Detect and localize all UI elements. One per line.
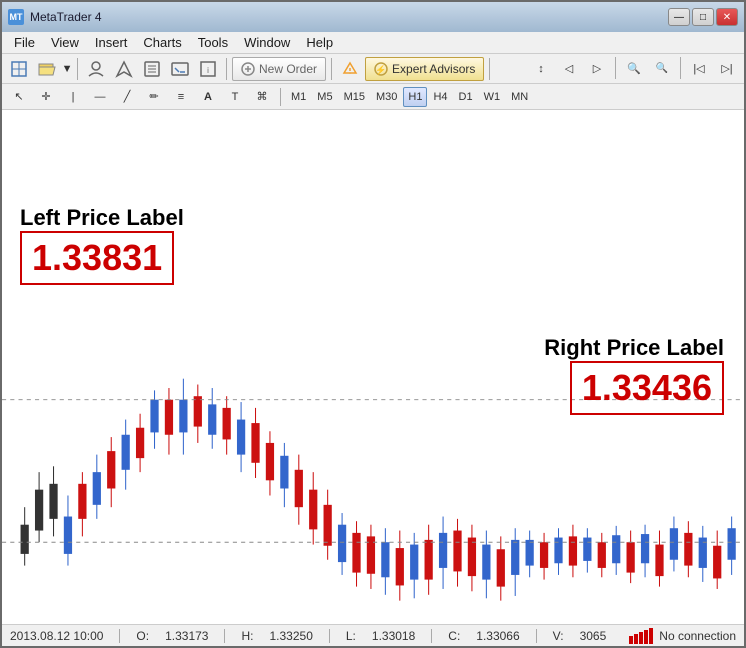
- main-toolbar: ▼ i New Order ⚡ Expert Advisors: [2, 54, 744, 84]
- right-price-label-box: 1.33436: [570, 361, 724, 415]
- zoom-in-button[interactable]: 🔍: [621, 57, 647, 81]
- scroll-left-button[interactable]: |◁: [686, 57, 712, 81]
- signal-bars-icon: [629, 628, 653, 644]
- right-price-label-title: Right Price Label: [544, 335, 724, 361]
- tf-h4[interactable]: H4: [428, 87, 452, 107]
- terminal-button[interactable]: [167, 57, 193, 81]
- main-window: MT MetaTrader 4 — □ ✕ File View Insert C…: [0, 0, 746, 648]
- chart-area[interactable]: Left Price Label 1.33831 Right Price Lab…: [2, 110, 744, 624]
- menubar: File View Insert Charts Tools Window Hel…: [2, 32, 744, 54]
- tf-toolbar: ↖ ✛ | — ╱ ✏ ≡ A T ⌘ M1 M5 M15 M30 H1 H4 …: [2, 84, 744, 110]
- alert-button[interactable]: [337, 57, 363, 81]
- tf-mn[interactable]: MN: [506, 87, 533, 107]
- tf-m15[interactable]: M15: [339, 87, 370, 107]
- diagonal-line-tool[interactable]: ╱: [114, 85, 140, 109]
- dropdown-arrow[interactable]: ▼: [62, 57, 72, 81]
- scroll-right-button[interactable]: ▷|: [714, 57, 740, 81]
- low-value: 1.33018: [372, 629, 415, 643]
- maximize-button[interactable]: □: [692, 8, 714, 26]
- fibonacci-tool[interactable]: ⌘: [249, 85, 275, 109]
- svg-text:⚡: ⚡: [375, 64, 386, 76]
- zoom-out-button[interactable]: 🔍: [649, 57, 675, 81]
- toolbar-separator-5: [615, 57, 616, 79]
- high-label: H:: [241, 629, 253, 643]
- sort-button[interactable]: ↕: [528, 57, 554, 81]
- tf-m1[interactable]: M1: [286, 87, 311, 107]
- toolbar-separator-3: [331, 58, 332, 80]
- minimize-button[interactable]: —: [668, 8, 690, 26]
- text-tool[interactable]: A: [195, 85, 221, 109]
- chart-back-button[interactable]: ◁: [556, 57, 582, 81]
- open-value: 1.33173: [165, 629, 208, 643]
- window-controls: — □ ✕: [668, 8, 738, 26]
- status-sep-3: [329, 629, 330, 643]
- left-price-label-value: 1.33831: [32, 237, 162, 278]
- status-sep-1: [119, 629, 120, 643]
- cursor-tool[interactable]: ↖: [6, 85, 32, 109]
- menu-help[interactable]: Help: [298, 33, 341, 52]
- new-order-label: New Order: [259, 62, 317, 76]
- status-sep-2: [224, 629, 225, 643]
- volume-label: V:: [553, 629, 564, 643]
- profiles-button[interactable]: [83, 57, 109, 81]
- menu-view[interactable]: View: [43, 33, 87, 52]
- svg-text:i: i: [207, 66, 209, 75]
- titlebar: MT MetaTrader 4 — □ ✕: [2, 2, 744, 32]
- new-order-button[interactable]: New Order: [232, 57, 326, 81]
- connection-status: No connection: [629, 628, 736, 644]
- status-sep-4: [431, 629, 432, 643]
- data-window-button[interactable]: i: [195, 57, 221, 81]
- datetime-display: 2013.08.12 10:00: [10, 629, 103, 643]
- connection-label: No connection: [659, 629, 736, 643]
- menu-tools[interactable]: Tools: [190, 33, 236, 52]
- crosshair-tool[interactable]: ✛: [33, 85, 59, 109]
- toolbar-separator-6: [680, 57, 681, 79]
- low-label: L:: [346, 629, 356, 643]
- nav-button[interactable]: [111, 57, 137, 81]
- tf-separator-1: [280, 88, 281, 106]
- chart-fwd-button[interactable]: ▷: [584, 57, 610, 81]
- open-button[interactable]: [34, 57, 60, 81]
- market-watch-button[interactable]: [139, 57, 165, 81]
- status-sep-5: [536, 629, 537, 643]
- menu-window[interactable]: Window: [236, 33, 298, 52]
- horizontal-line-tool[interactable]: —: [87, 85, 113, 109]
- expert-advisors-button[interactable]: ⚡ Expert Advisors: [365, 57, 484, 81]
- brush-tool[interactable]: ✏: [141, 85, 167, 109]
- statusbar: 2013.08.12 10:00 O: 1.33173 H: 1.33250 L…: [2, 624, 744, 646]
- text2-tool[interactable]: T: [222, 85, 248, 109]
- open-label: O:: [136, 629, 149, 643]
- menu-charts[interactable]: Charts: [135, 33, 189, 52]
- vertical-line-tool[interactable]: |: [60, 85, 86, 109]
- menu-insert[interactable]: Insert: [87, 33, 136, 52]
- toolbar-separator-2: [226, 58, 227, 80]
- app-icon: MT: [8, 9, 24, 25]
- close-label: C:: [448, 629, 460, 643]
- tf-m30[interactable]: M30: [371, 87, 402, 107]
- left-price-label-title: Left Price Label: [20, 205, 184, 231]
- high-value: 1.33250: [269, 629, 312, 643]
- menu-file[interactable]: File: [6, 33, 43, 52]
- close-button[interactable]: ✕: [716, 8, 738, 26]
- tf-d1[interactable]: D1: [454, 87, 478, 107]
- tf-h1[interactable]: H1: [403, 87, 427, 107]
- tf-w1[interactable]: W1: [479, 87, 506, 107]
- new-chart-button[interactable]: [6, 57, 32, 81]
- right-price-label: Right Price Label 1.33436: [544, 335, 724, 415]
- titlebar-left: MT MetaTrader 4: [8, 9, 102, 25]
- left-price-label-box: 1.33831: [20, 231, 174, 285]
- right-price-label-value: 1.33436: [582, 367, 712, 408]
- toolbar-separator-1: [77, 58, 78, 80]
- close-value: 1.33066: [476, 629, 519, 643]
- window-title: MetaTrader 4: [30, 10, 102, 24]
- expert-advisors-label: Expert Advisors: [392, 62, 475, 76]
- left-price-label: Left Price Label 1.33831: [20, 205, 184, 285]
- toolbar-separator-4: [489, 58, 490, 80]
- volume-value: 3065: [580, 629, 607, 643]
- channel-tool[interactable]: ≡: [168, 85, 194, 109]
- tf-m5[interactable]: M5: [312, 87, 337, 107]
